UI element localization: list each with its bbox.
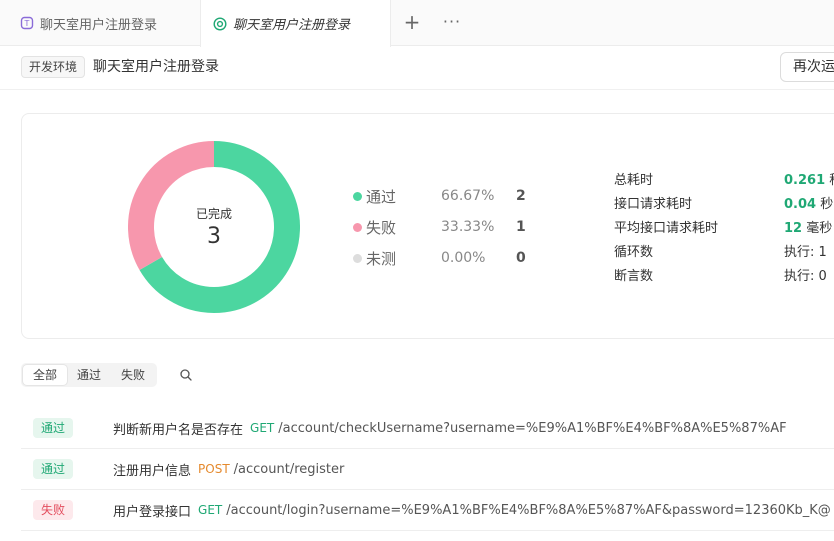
legend-pass: 通过 66.67% 2 bbox=[353, 186, 526, 206]
stat-value: 0.04 bbox=[784, 196, 817, 212]
untested-dot-icon bbox=[353, 253, 362, 263]
add-tab-button[interactable]: + bbox=[402, 11, 422, 35]
completed-count: 3 bbox=[207, 224, 221, 249]
stat-label: 循环数 bbox=[614, 244, 654, 260]
filter-pass[interactable]: 通过 bbox=[67, 365, 111, 385]
stat-value: 12 bbox=[784, 220, 803, 236]
http-method: GET bbox=[198, 503, 223, 517]
tab-label: 聊天室用户注册登录 bbox=[233, 18, 351, 33]
stat-label: 平均接口请求耗时 bbox=[614, 220, 719, 236]
legend-name: 未测 bbox=[366, 249, 397, 268]
completed-label: 已完成 bbox=[195, 207, 232, 221]
run-report-icon bbox=[213, 16, 227, 31]
more-icon[interactable]: ··· bbox=[441, 11, 463, 35]
stat-value: 0.261 bbox=[784, 172, 826, 188]
stat-assert-count: 断言数 执行: 0 bbox=[614, 264, 834, 284]
legend-name: 失败 bbox=[366, 218, 397, 237]
stat-label: 接口请求耗时 bbox=[614, 196, 693, 212]
stat-loop-count: 循环数 执行: 1 bbox=[614, 240, 834, 260]
stat-label: 总耗时 bbox=[614, 172, 654, 188]
case-name: 注册用户信息 bbox=[113, 463, 192, 479]
legend-percent: 33.33% bbox=[441, 219, 495, 235]
table-row[interactable]: 通过 注册用户信息 POST /account/register bbox=[21, 449, 834, 490]
search-icon[interactable] bbox=[179, 368, 193, 382]
donut-center: 已完成 3 bbox=[128, 141, 300, 313]
page-title: 聊天室用户注册登录 bbox=[93, 59, 219, 75]
result-filter: 全部 通过 失败 bbox=[21, 363, 158, 387]
case-name: 用户登录接口 bbox=[113, 504, 192, 520]
http-method: POST bbox=[198, 462, 230, 476]
request-path: /account/register bbox=[233, 461, 345, 477]
fail-dot-icon bbox=[353, 222, 362, 232]
report-header: 开发环境 聊天室用户注册登录 再次运 bbox=[0, 46, 834, 90]
filter-fail[interactable]: 失败 bbox=[111, 365, 155, 385]
stat-label: 断言数 bbox=[614, 268, 654, 284]
legend-count: 2 bbox=[516, 188, 526, 204]
tab-label: 聊天室用户注册登录 bbox=[40, 17, 158, 33]
table-row[interactable]: 失败 用户登录接口 GET /account/login?username=%E… bbox=[21, 490, 834, 531]
legend-percent: 0.00% bbox=[441, 250, 486, 266]
legend-percent: 66.67% bbox=[441, 188, 495, 204]
legend-untested: 未测 0.00% 0 bbox=[353, 248, 526, 268]
tab-run-report[interactable]: 聊天室用户注册登录 bbox=[200, 0, 391, 47]
table-row[interactable]: 通过 判断新用户名是否存在 GET /account/checkUsername… bbox=[21, 408, 834, 449]
legend-count: 1 bbox=[516, 219, 526, 235]
stat-value: 执行: 1 bbox=[784, 244, 827, 260]
pass-dot-icon bbox=[353, 191, 362, 201]
status-badge: 失败 bbox=[33, 500, 73, 520]
http-method: GET bbox=[250, 421, 275, 435]
stat-unit: 秒 bbox=[816, 196, 834, 212]
case-name: 判断新用户名是否存在 bbox=[113, 422, 244, 438]
legend-fail: 失败 33.33% 1 bbox=[353, 217, 526, 237]
legend-count: 0 bbox=[516, 250, 526, 266]
env-badge[interactable]: 开发环境 bbox=[21, 56, 86, 78]
stat-unit: 秒 bbox=[825, 173, 834, 188]
stat-avg-request-time: 平均接口请求耗时 12 毫秒 bbox=[614, 216, 834, 236]
svg-text:T: T bbox=[24, 19, 30, 28]
tab-bar: T 聊天室用户注册登录 聊天室用户注册登录 + ··· bbox=[0, 0, 834, 47]
status-badge: 通过 bbox=[33, 459, 73, 479]
tab-testsuite[interactable]: T 聊天室用户注册登录 bbox=[0, 0, 200, 46]
filter-all[interactable]: 全部 bbox=[23, 365, 68, 385]
stat-request-time: 接口请求耗时 0.04 秒 bbox=[614, 192, 834, 212]
stat-total-time: 总耗时 0.261 秒 bbox=[614, 168, 834, 188]
testsuite-icon: T bbox=[20, 16, 34, 30]
stat-value: 执行: 0 bbox=[784, 268, 827, 284]
rerun-button[interactable]: 再次运 bbox=[780, 52, 834, 82]
request-path: /account/login?username=%E9%A1%BF%E4%BF%… bbox=[226, 502, 831, 518]
legend-name: 通过 bbox=[366, 187, 397, 206]
stat-unit: 毫秒 bbox=[802, 220, 833, 236]
status-badge: 通过 bbox=[33, 418, 73, 438]
request-path: /account/checkUsername?username=%E9%A1%B… bbox=[278, 420, 787, 436]
summary-card: 已完成 3 通过 66.67% 2 失败 33.33% 1 未测 0.00% 0… bbox=[21, 113, 834, 339]
